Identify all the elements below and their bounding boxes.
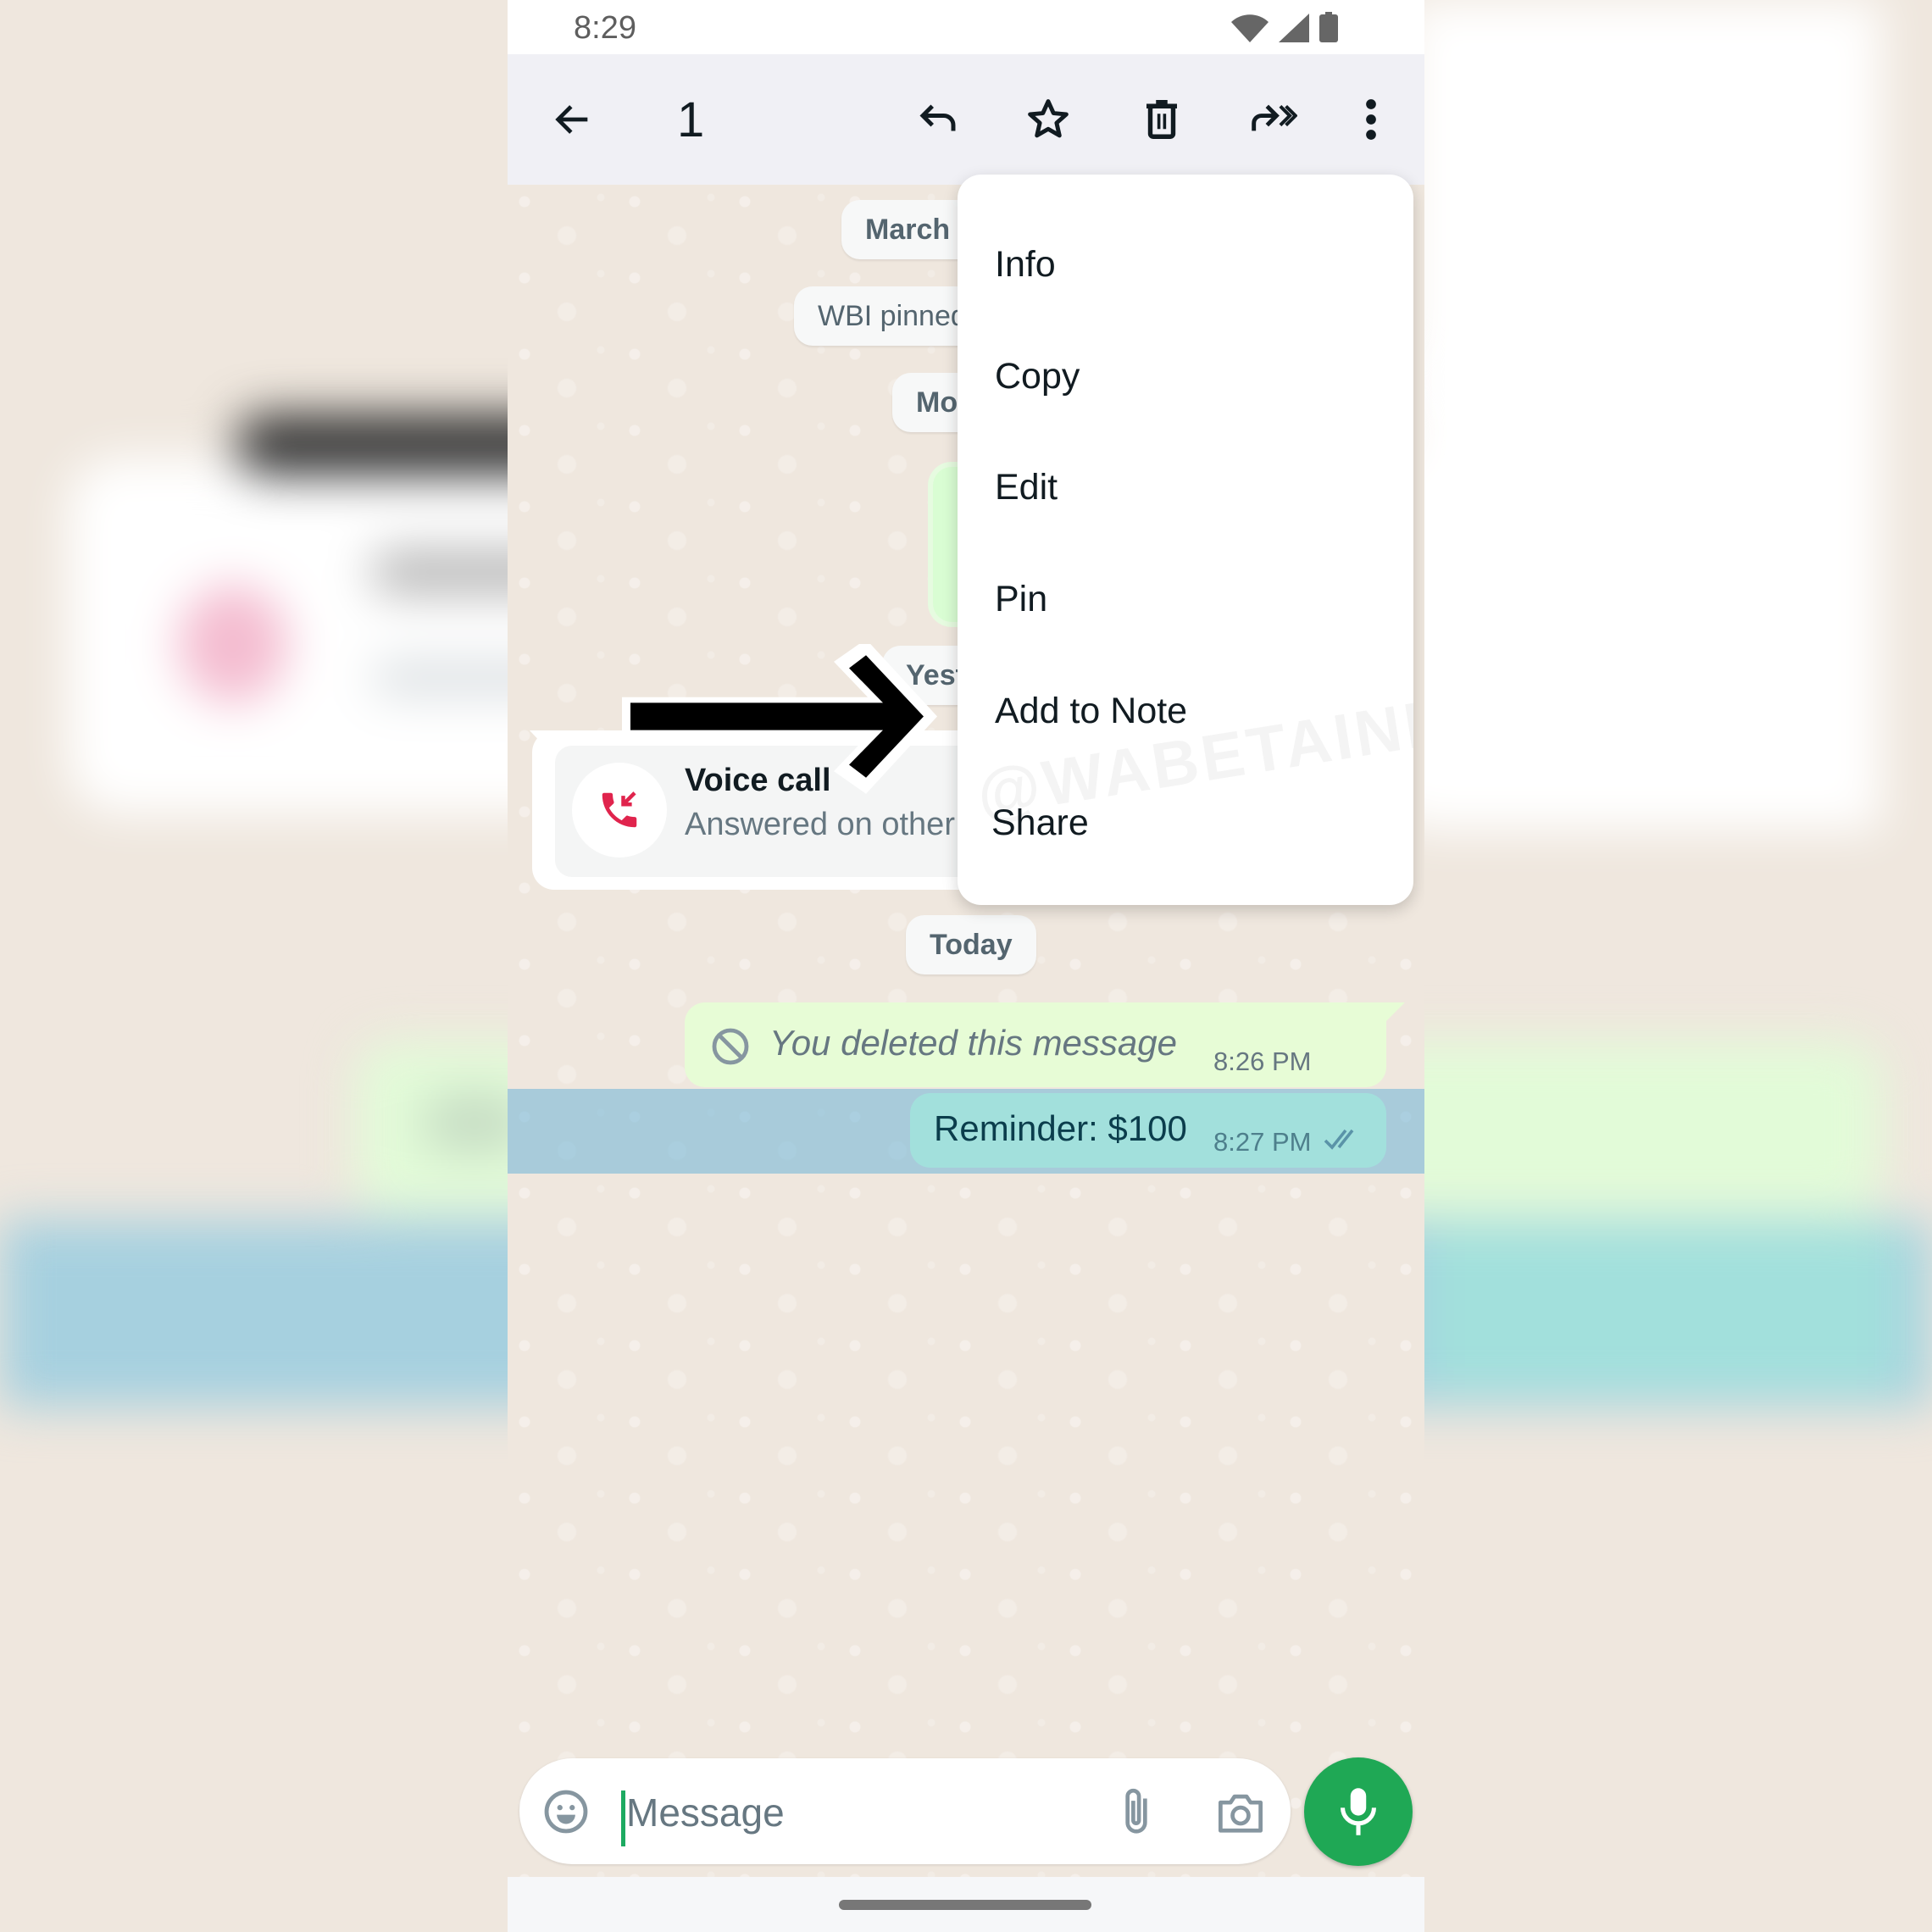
attach-button[interactable] [1119, 1785, 1153, 1842]
forward-icon [1252, 104, 1297, 131]
double-check-icon [1324, 1125, 1364, 1157]
menu-item-info[interactable]: Info [958, 208, 1413, 320]
status-bar: 8:29 [508, 0, 1424, 54]
more-vertical-icon [1366, 99, 1376, 140]
menu-item-share[interactable]: Share [958, 767, 1413, 879]
blocked-icon [710, 1026, 751, 1071]
annotation-arrow-icon [622, 644, 937, 794]
phone-screen: 8:29 1 March 2 WBI pinned Mo Yest Voice … [508, 0, 1424, 1932]
trash-icon [1146, 100, 1177, 139]
menu-item-pin[interactable]: Pin [958, 543, 1413, 655]
date-chip-today: Today [906, 915, 1036, 974]
selected-count: 1 [677, 92, 705, 147]
message-context-menu: Info Copy Edit Pin Add to Note Share @WA… [958, 175, 1413, 905]
status-time: 8:29 [574, 10, 636, 46]
camera-icon [1219, 1794, 1263, 1833]
message-text: Reminder: $100 [934, 1108, 1187, 1148]
message-composer [519, 1758, 1291, 1864]
delete-button[interactable] [1135, 92, 1189, 147]
home-gesture-handle[interactable] [839, 1900, 1091, 1910]
deleted-message-bubble[interactable]: You deleted this message 8:26 PM [685, 1002, 1386, 1087]
message-text: You deleted this message [769, 1023, 1177, 1063]
navigation-bar [508, 1877, 1424, 1932]
message-input[interactable] [625, 1782, 1001, 1843]
back-button[interactable] [546, 92, 600, 147]
microphone-icon [1341, 1788, 1376, 1835]
selected-message-bubble[interactable]: Reminder: $100 8:27 PM [910, 1093, 1386, 1168]
star-button[interactable] [1021, 92, 1075, 147]
menu-item-edit[interactable]: Edit [958, 431, 1413, 543]
menu-item-add-to-note[interactable]: Add to Note [958, 655, 1413, 767]
battery-icon [1319, 12, 1338, 47]
menu-item-copy[interactable]: Copy [958, 320, 1413, 432]
message-time: 8:26 PM [1213, 1046, 1312, 1076]
emoji-button[interactable] [541, 1787, 591, 1840]
voice-call-subtitle: Answered on other [685, 807, 955, 842]
selection-toolbar: 1 [508, 54, 1424, 185]
paperclip-icon [1125, 1788, 1147, 1834]
reply-button[interactable] [911, 92, 965, 147]
cellular-signal-icon [1279, 14, 1309, 47]
wifi-icon [1231, 14, 1269, 47]
voice-record-button[interactable] [1304, 1757, 1413, 1866]
camera-button[interactable] [1216, 1790, 1265, 1839]
forward-button[interactable] [1246, 92, 1300, 147]
reply-icon [919, 104, 956, 131]
message-time: 8:27 PM [1213, 1127, 1312, 1157]
emoji-icon [544, 1790, 588, 1834]
more-options-button[interactable] [1344, 92, 1398, 147]
back-arrow-icon [555, 105, 588, 134]
star-icon [1028, 99, 1069, 138]
